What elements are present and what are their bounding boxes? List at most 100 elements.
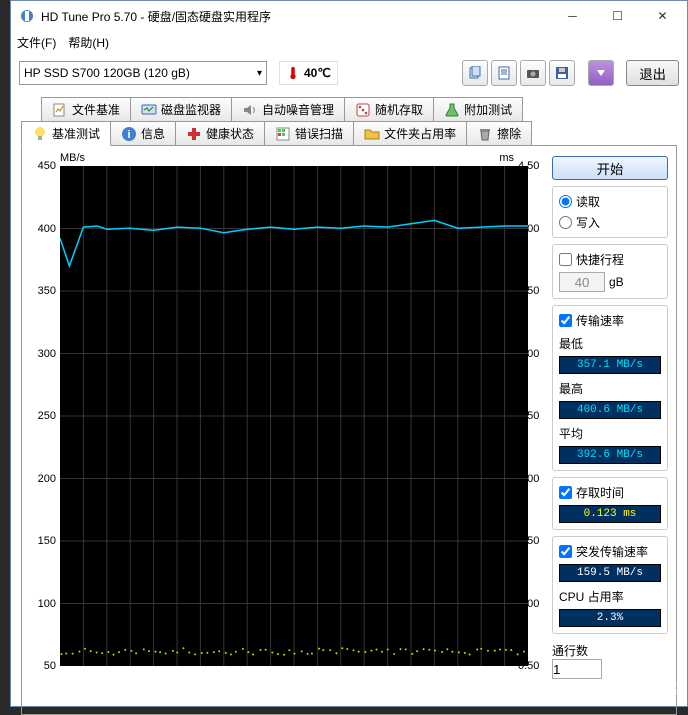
dice-icon: [355, 102, 371, 118]
titlebar: HD Tune Pro 5.70 - 硬盘/固态硬盘实用程序 ─ ☐ ✕: [11, 1, 687, 31]
check-access-input[interactable]: [559, 486, 572, 499]
cpu-value: 2.3%: [559, 609, 661, 627]
tab-health[interactable]: 健康状态: [175, 121, 265, 145]
scan-icon: [275, 126, 291, 142]
tab-row-top: 文件基准 磁盘监视器 自动噪音管理 随机存取 附加测试: [21, 97, 677, 121]
burst-group: 突发传输速率 159.5 MB/s CPU 占用率 2.3%: [552, 536, 668, 634]
check-short-stroke[interactable]: 快捷行程: [559, 251, 661, 268]
maximize-button[interactable]: ☐: [595, 2, 640, 30]
y-ticks: 450 400 350 300 250 200 150 100 50: [30, 166, 58, 666]
radio-label: 读取: [576, 193, 600, 210]
tab-label: 随机存取: [375, 101, 423, 118]
exit-button[interactable]: 退出: [626, 60, 679, 86]
drive-selector[interactable]: HP SSD S700 120GB (120 gB) ▾: [19, 61, 267, 85]
tab-label: 信息: [141, 125, 165, 142]
file-bench-icon: [52, 102, 68, 118]
save-button[interactable]: [549, 60, 575, 86]
temperature-display: 40℃: [279, 61, 338, 85]
minimize-button[interactable]: ─: [550, 2, 595, 30]
chart-area: MB/s ms 450 400 350 300 250 200 150 100 …: [30, 156, 544, 706]
trash-icon: [477, 126, 493, 142]
tab-label: 文件基准: [72, 101, 120, 118]
y2-axis-unit: ms: [499, 152, 514, 164]
tab-erase[interactable]: 擦除: [466, 121, 532, 145]
passes-group: 通行数: [552, 640, 668, 679]
radio-read-input[interactable]: [559, 195, 572, 208]
window-title: HD Tune Pro 5.70 - 硬盘/固态硬盘实用程序: [41, 8, 550, 25]
passes-input[interactable]: [552, 659, 602, 679]
document-icon: [497, 66, 511, 80]
tab-row-bottom: 基准测试 i 信息 健康状态 错误扫描 文件夹占用率 擦除: [21, 121, 677, 145]
radio-write[interactable]: 写入: [559, 214, 661, 231]
tab-disk-monitor[interactable]: 磁盘监视器: [130, 97, 232, 121]
arrow-down-icon: [595, 67, 607, 79]
clipboard-icon: [468, 66, 482, 80]
copy-info-button[interactable]: [462, 60, 488, 86]
radio-label: 写入: [576, 214, 600, 231]
tab-label: 健康状态: [206, 125, 254, 142]
menubar: 文件(F) 帮助(H): [11, 31, 687, 53]
benchmark-chart: [60, 166, 528, 666]
tab-benchmark[interactable]: 基准测试: [21, 121, 111, 146]
y-tick: 350: [38, 285, 56, 297]
short-stroke-group: 快捷行程 gB: [552, 244, 668, 299]
tab-extra-tests[interactable]: 附加测试: [433, 97, 523, 121]
max-value: 400.6 MB/s: [559, 401, 661, 419]
start-button[interactable]: 开始: [552, 156, 668, 180]
tab-label: 基准测试: [52, 125, 100, 142]
check-burst-input[interactable]: [559, 545, 572, 558]
check-transfer-rate[interactable]: 传输速率: [559, 312, 661, 329]
floppy-icon: [555, 66, 569, 80]
check-short-stroke-input[interactable]: [559, 253, 572, 266]
tabs-area: 文件基准 磁盘监视器 自动噪音管理 随机存取 附加测试 基准测试: [11, 93, 687, 145]
y-tick: 400: [38, 223, 56, 235]
flask-icon: [444, 102, 460, 118]
tab-file-benchmark[interactable]: 文件基准: [41, 97, 131, 121]
avg-label: 平均: [559, 425, 661, 442]
app-icon: [19, 8, 35, 24]
tab-info[interactable]: i 信息: [110, 121, 176, 145]
speaker-icon: [242, 102, 258, 118]
close-button[interactable]: ✕: [640, 2, 685, 30]
menu-help[interactable]: 帮助(H): [68, 34, 109, 51]
copy-screenshot-button[interactable]: [491, 60, 517, 86]
tab-aam[interactable]: 自动噪音管理: [231, 97, 345, 121]
camera-icon: [526, 66, 540, 80]
screenshot-button[interactable]: [520, 60, 546, 86]
radio-read[interactable]: 读取: [559, 193, 661, 210]
check-burst-rate[interactable]: 突发传输速率: [559, 543, 661, 560]
tab-random-access[interactable]: 随机存取: [344, 97, 434, 121]
check-transfer-input[interactable]: [559, 314, 572, 327]
max-label: 最高: [559, 380, 661, 397]
unit-label: gB: [609, 275, 624, 289]
monitor-icon: [141, 102, 157, 118]
check-label: 突发传输速率: [576, 543, 648, 560]
tab-content: MB/s ms 450 400 350 300 250 200 150 100 …: [21, 145, 677, 715]
min-label: 最低: [559, 335, 661, 352]
side-panel: 开始 读取 写入 快捷行程 gB 传输速率 最低 357.1 MB/s 最高 4…: [552, 156, 668, 706]
tab-error-scan[interactable]: 错误扫描: [264, 121, 354, 145]
check-access-time[interactable]: 存取时间: [559, 484, 661, 501]
short-stroke-value[interactable]: [559, 272, 605, 292]
y-tick: 50: [44, 660, 56, 672]
access-group: 存取时间 0.123 ms: [552, 477, 668, 530]
check-label: 存取时间: [576, 484, 624, 501]
check-label: 快捷行程: [576, 251, 624, 268]
app-window: HD Tune Pro 5.70 - 硬盘/固态硬盘实用程序 ─ ☐ ✕ 文件(…: [10, 0, 688, 707]
y-axis-unit: MB/s: [60, 152, 85, 164]
y-tick: 150: [38, 535, 56, 547]
passes-label: 通行数: [552, 642, 668, 659]
options-button[interactable]: [588, 60, 614, 86]
menu-file[interactable]: 文件(F): [17, 34, 56, 51]
drive-selector-value: HP SSD S700 120GB (120 gB): [24, 66, 190, 80]
tab-label: 擦除: [497, 125, 521, 142]
tab-folder-usage[interactable]: 文件夹占用率: [353, 121, 467, 145]
thermometer-icon: [286, 66, 300, 80]
check-label: 传输速率: [576, 312, 624, 329]
tab-label: 附加测试: [464, 101, 512, 118]
cpu-label: CPU 占用率: [559, 588, 661, 605]
burst-value: 159.5 MB/s: [559, 564, 661, 582]
avg-value: 392.6 MB/s: [559, 446, 661, 464]
info-icon: i: [121, 126, 137, 142]
radio-write-input[interactable]: [559, 216, 572, 229]
